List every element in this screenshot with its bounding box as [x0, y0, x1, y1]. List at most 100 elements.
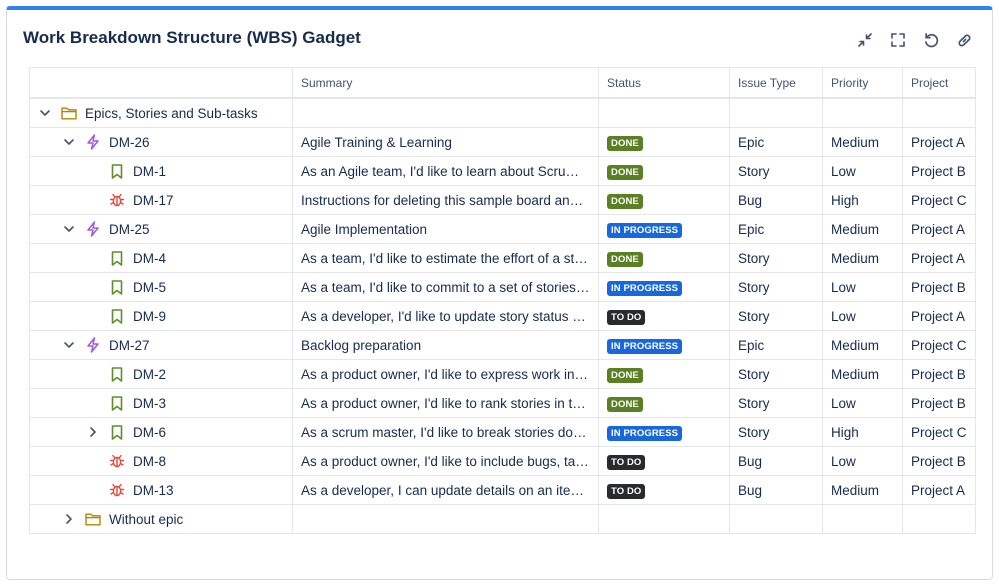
project-cell: [902, 97, 976, 128]
summary-cell: [292, 504, 599, 534]
issue-type-cell: Story: [729, 388, 823, 418]
project-cell: Project A: [902, 214, 976, 244]
issue-key[interactable]: DM-3: [133, 396, 166, 411]
tree-cell: DM-1: [29, 156, 293, 186]
chevron-down-icon[interactable]: [62, 338, 76, 352]
issue-key[interactable]: DM-17: [133, 193, 174, 208]
issue-type-cell: Bug: [729, 185, 823, 215]
summary-cell: As a developer, I can update details on …: [292, 475, 599, 505]
table-row[interactable]: DM-4 As a team, I'd like to estimate the …: [29, 243, 976, 273]
status-badge: IN PROGRESS: [607, 280, 683, 296]
tree-node: DM-5: [31, 274, 285, 301]
status-cell: TO DO: [598, 446, 730, 476]
issue-key[interactable]: DM-9: [133, 309, 166, 324]
tree-cell: DM-13: [29, 475, 293, 505]
column-header-summary[interactable]: Summary: [292, 67, 599, 99]
bug-icon: [109, 453, 125, 469]
project-cell: Project B: [902, 156, 976, 186]
status-badge: DONE: [607, 193, 643, 209]
bug-icon: [109, 192, 125, 208]
tree-node: DM-13: [31, 477, 285, 504]
link-icon[interactable]: [954, 30, 974, 50]
tree-cell: DM-17: [29, 185, 293, 215]
tree-cell: DM-5: [29, 272, 293, 302]
column-header-priority[interactable]: Priority: [822, 67, 903, 99]
tree-cell: DM-9: [29, 301, 293, 331]
summary-cell: Backlog preparation: [292, 330, 599, 360]
status-cell: IN PROGRESS: [598, 330, 730, 360]
table-row[interactable]: DM-25 Agile Implementation IN PROGRESS Epic…: [29, 214, 976, 244]
issue-key[interactable]: DM-6: [133, 425, 166, 440]
issue-key[interactable]: DM-26: [109, 135, 150, 150]
chevron-down-icon[interactable]: [62, 222, 76, 236]
table-row[interactable]: DM-13 As a developer, I can update detail…: [29, 475, 976, 505]
column-header-status[interactable]: Status: [598, 67, 730, 99]
issue-key[interactable]: DM-2: [133, 367, 166, 382]
collapse-icon[interactable]: [855, 30, 875, 50]
refresh-icon[interactable]: [921, 30, 941, 50]
summary-cell: As a team, I'd like to commit to a set o…: [292, 272, 599, 302]
wbs-gadget: Work Breakdown Structure (WBS) Gadget Su…: [6, 6, 993, 580]
status-badge: DONE: [607, 367, 643, 383]
status-badge: TO DO: [607, 454, 646, 470]
tree-node: DM-2: [31, 361, 285, 388]
project-cell: Project B: [902, 272, 976, 302]
table-row[interactable]: Without epic: [29, 504, 976, 534]
column-header-issue-type[interactable]: Issue Type: [729, 67, 823, 99]
project-cell: [902, 504, 976, 534]
epic-icon: [85, 337, 101, 353]
issue-type-cell: Epic: [729, 127, 823, 157]
table-row[interactable]: DM-5 As a team, I'd like to commit to a s…: [29, 272, 976, 302]
table-row[interactable]: Epics, Stories and Sub-tasks: [29, 97, 976, 128]
chevron-down-icon[interactable]: [38, 106, 52, 120]
story-icon: [109, 366, 125, 382]
status-badge: TO DO: [607, 309, 646, 325]
table-row[interactable]: DM-9 As a developer, I'd like to update s…: [29, 301, 976, 331]
project-cell: Project A: [902, 243, 976, 273]
table-row[interactable]: DM-3 As a product owner, I'd like to rank…: [29, 388, 976, 418]
issue-key[interactable]: DM-5: [133, 280, 166, 295]
priority-cell: Medium: [822, 243, 903, 273]
issue-type-cell: Epic: [729, 330, 823, 360]
table-row[interactable]: DM-6 As a scrum master, I'd like to break…: [29, 417, 976, 447]
priority-cell: [822, 97, 903, 128]
status-cell: IN PROGRESS: [598, 214, 730, 244]
chevron-right-icon[interactable]: [62, 512, 76, 526]
issue-key[interactable]: DM-13: [133, 483, 174, 498]
table-row[interactable]: DM-26 Agile Training & Learning DONE Epic Me…: [29, 127, 976, 157]
tree-node: DM-8: [31, 448, 285, 475]
tree-node: DM-1: [31, 158, 285, 185]
summary-cell: Agile Training & Learning: [292, 127, 599, 157]
story-icon: [109, 308, 125, 324]
table-row[interactable]: DM-17 Instructions for deleting this samp…: [29, 185, 976, 215]
chevron-right-icon[interactable]: [86, 425, 100, 439]
table-row[interactable]: DM-27 Backlog preparation IN PROGRESS Epic M…: [29, 330, 976, 360]
project-cell: Project A: [902, 127, 976, 157]
issue-key[interactable]: DM-27: [109, 338, 150, 353]
tree-cell: DM-6: [29, 417, 293, 447]
table-body: Epics, Stories and Sub-tasks DM-26 Agile T…: [29, 97, 976, 534]
status-badge: DONE: [607, 164, 643, 180]
fullscreen-icon[interactable]: [888, 30, 908, 50]
chevron-down-icon[interactable]: [62, 135, 76, 149]
folder-icon: [61, 105, 77, 121]
wbs-table-container: Summary Status Issue Type Priority Proje…: [29, 67, 976, 534]
issue-type-cell: Epic: [729, 214, 823, 244]
priority-cell: Medium: [822, 475, 903, 505]
priority-cell: Medium: [822, 127, 903, 157]
status-badge: DONE: [607, 135, 643, 151]
tree-node: DM-26: [31, 129, 285, 156]
issue-key[interactable]: DM-4: [133, 251, 166, 266]
status-badge: DONE: [607, 251, 643, 267]
column-header-project[interactable]: Project: [902, 67, 976, 99]
table-row[interactable]: DM-8 As a product owner, I'd like to incl…: [29, 446, 976, 476]
issue-key[interactable]: DM-8: [133, 454, 166, 469]
issue-key[interactable]: DM-1: [133, 164, 166, 179]
issue-key[interactable]: DM-25: [109, 222, 150, 237]
table-row[interactable]: DM-2 As a product owner, I'd like to expr…: [29, 359, 976, 389]
table-row[interactable]: DM-1 As an Agile team, I'd like to learn …: [29, 156, 976, 186]
priority-cell: Low: [822, 272, 903, 302]
